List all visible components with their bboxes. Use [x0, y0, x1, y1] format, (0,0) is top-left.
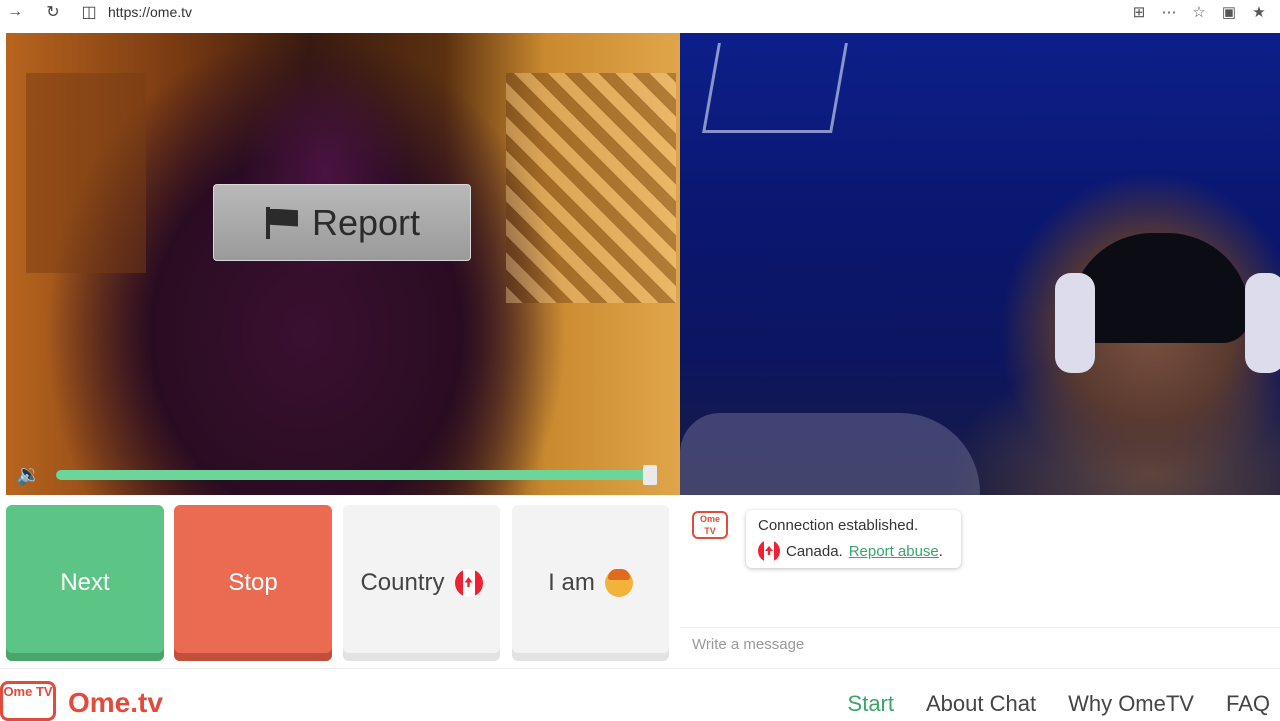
favorites-icon[interactable]: ★ — [1248, 1, 1270, 23]
browser-actions: ⊞ ⋯ ☆ ▣ ★ — [1128, 0, 1270, 24]
stop-label: Stop — [228, 569, 278, 596]
video-icon[interactable]: ▣ — [1218, 1, 1240, 23]
country-line: Canada. Report abuse. — [758, 540, 949, 562]
chat-panel: Ome TV Connection established. Canada. R… — [680, 497, 1280, 664]
self-video — [680, 33, 1280, 495]
forward-icon[interactable]: → — [4, 1, 26, 23]
nav-start[interactable]: Start — [848, 691, 894, 717]
url-text: https://ome.tv — [108, 4, 193, 20]
country-text: Canada. — [786, 542, 843, 560]
country-label: Country — [360, 569, 445, 596]
next-label: Next — [60, 569, 110, 596]
browser-toolbar: → ↻ ◫ https://ome.tv ⊞ ⋯ ☆ ▣ ★ — [0, 0, 1280, 24]
stranger-video — [6, 33, 680, 495]
ometv-logo-icon: Ome TV — [692, 511, 728, 539]
report-label: Report — [311, 201, 421, 243]
nav-about-chat[interactable]: About Chat — [926, 691, 1036, 717]
canada-flag-icon — [758, 540, 780, 562]
site-info-icon[interactable]: ◫ — [78, 1, 100, 23]
ometv-logo-icon[interactable]: Ome TV — [0, 681, 56, 721]
apps-icon[interactable]: ⊞ — [1128, 1, 1150, 23]
flag-icon — [264, 206, 298, 239]
canada-flag-icon — [454, 569, 483, 597]
iam-label: I am — [548, 569, 595, 596]
favorite-star-icon[interactable]: ☆ — [1188, 1, 1210, 23]
nav-why-ometv[interactable]: Why OmeTV — [1068, 691, 1194, 717]
stop-button[interactable]: Stop — [174, 505, 332, 661]
poster-background — [26, 73, 146, 273]
report-abuse-link[interactable]: Report abuse — [849, 543, 939, 560]
reload-icon[interactable]: ↻ — [42, 1, 64, 23]
volume-slider[interactable] — [56, 465, 657, 485]
person-hat — [1070, 233, 1250, 343]
address-bar[interactable]: ◫ https://ome.tv — [78, 0, 192, 24]
boy-face-icon — [604, 569, 633, 597]
message-input[interactable]: Write a message — [680, 627, 1280, 661]
next-button[interactable]: Next — [6, 505, 164, 661]
headset-left — [1055, 273, 1095, 373]
nav-faq[interactable]: FAQ — [1226, 691, 1270, 717]
speaker-icon[interactable]: 🔉 — [16, 464, 46, 486]
bed-background — [680, 413, 980, 495]
country-button[interactable]: Country — [343, 505, 500, 661]
more-icon[interactable]: ⋯ — [1158, 1, 1180, 23]
volume-handle[interactable] — [643, 465, 657, 485]
wall-photos-background — [506, 73, 676, 303]
period-text: . — [938, 542, 943, 560]
system-message: Connection established. Canada. Report a… — [746, 510, 961, 568]
brand-name[interactable]: Ome.tv — [68, 687, 163, 719]
status-text: Connection established. — [758, 517, 919, 534]
volume-fill — [56, 470, 650, 480]
headset-right — [1245, 273, 1280, 373]
gender-button[interactable]: I am — [512, 505, 669, 661]
report-button[interactable]: Report — [213, 184, 471, 261]
volume-control: 🔉 — [16, 463, 666, 487]
footer-nav: Start About Chat Why OmeTV FAQ — [848, 691, 1270, 717]
footer: Ome TV Ome.tv Start About Chat Why OmeTV… — [0, 668, 1280, 721]
hanger-background — [702, 43, 848, 133]
